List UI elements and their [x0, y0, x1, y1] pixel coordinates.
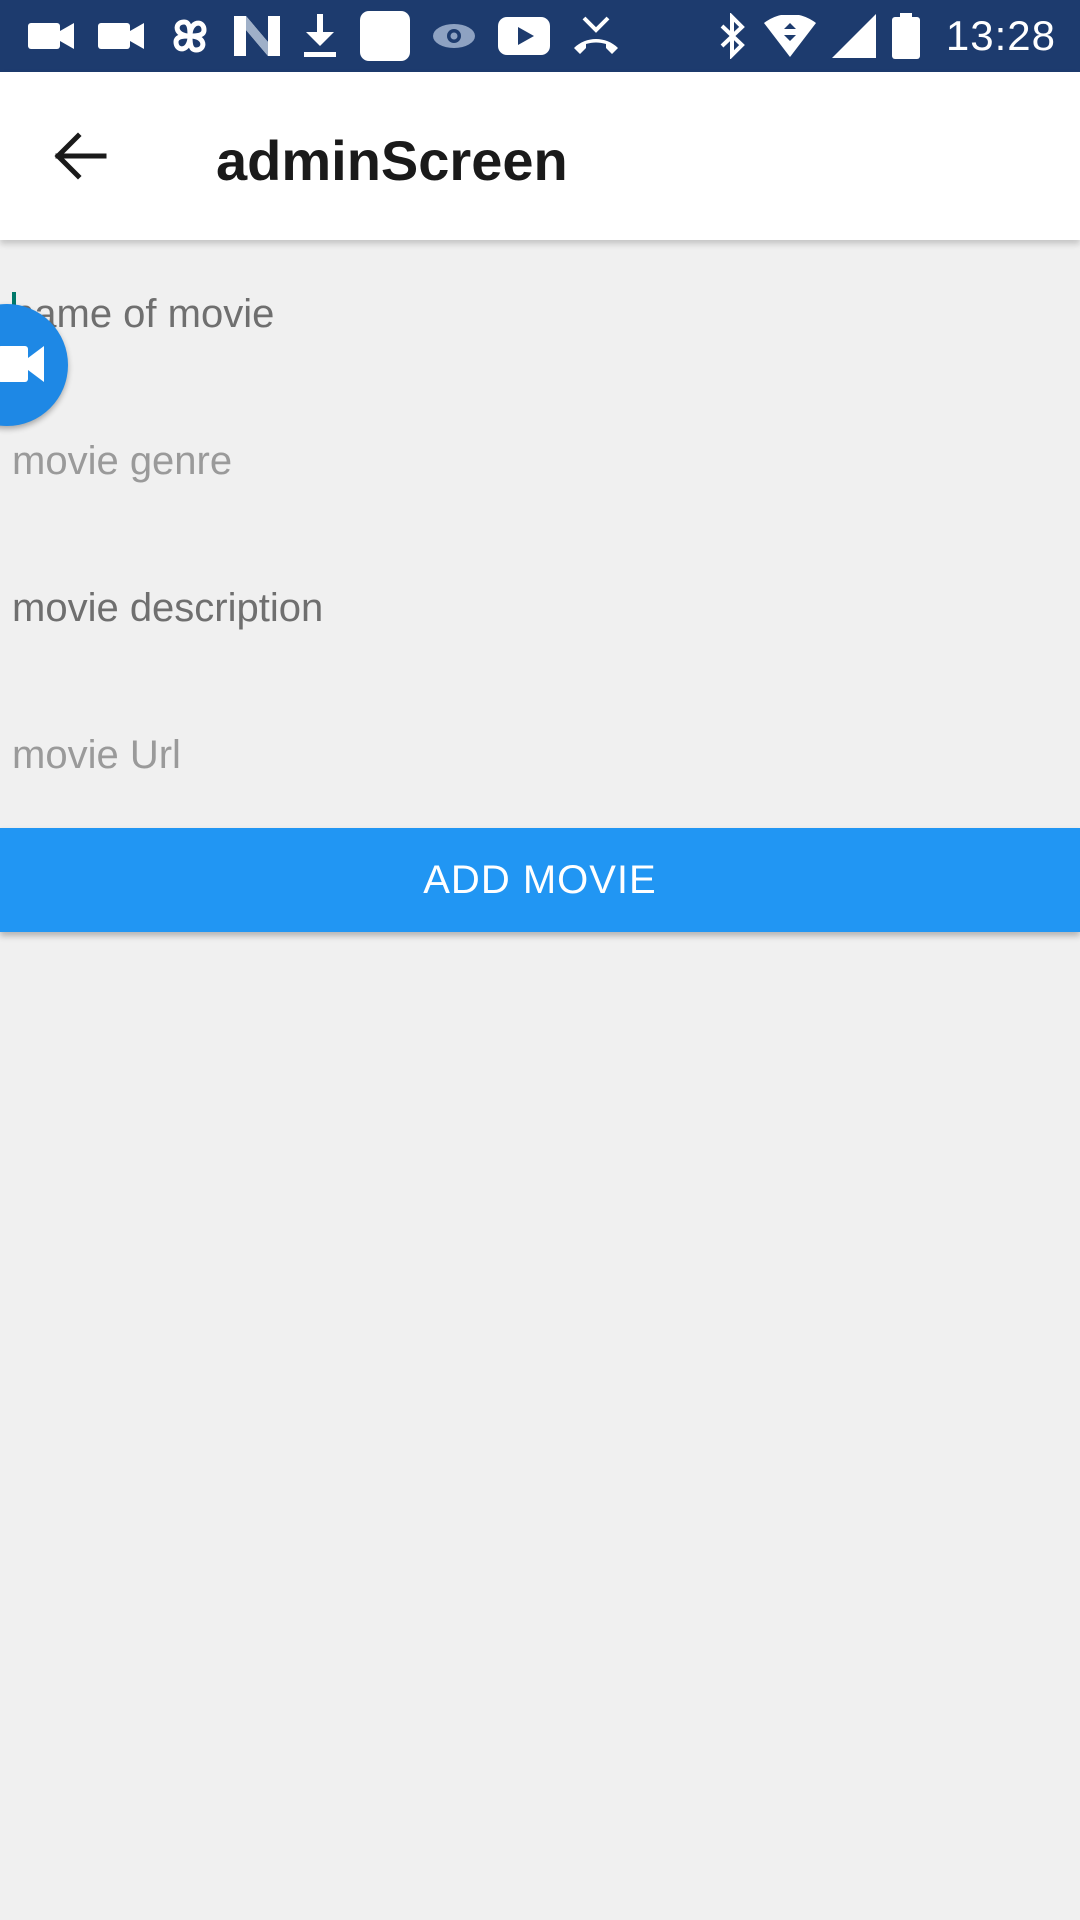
app-bar: adminScreen: [0, 72, 1080, 240]
white-square-icon: [360, 11, 410, 61]
back-button[interactable]: [40, 116, 120, 196]
movie-url-input[interactable]: [0, 705, 1072, 805]
system-icons: 13:28: [718, 0, 1056, 72]
video-camera-icon: [0, 346, 44, 382]
n-logo-icon: [234, 16, 280, 56]
youtube-icon: [498, 17, 550, 55]
bluetooth-icon: [720, 13, 745, 59]
movie-name-field: [0, 264, 1080, 364]
movie-url-field: [0, 705, 1080, 805]
eye-icon: [433, 24, 475, 48]
movie-name-input[interactable]: [0, 264, 1072, 364]
add-movie-button[interactable]: ADD MOVIE: [0, 828, 1080, 932]
movie-genre-input[interactable]: [0, 411, 1072, 511]
notification-icons: [28, 0, 620, 72]
page-title: adminScreen: [216, 129, 568, 192]
cell-signal-icon: [831, 14, 876, 58]
movie-genre-field: [0, 411, 1080, 511]
movie-description-input[interactable]: [0, 558, 1072, 658]
wifi-icon: [763, 15, 816, 57]
arrow-back-icon: [54, 132, 107, 180]
missed-call-icon: [574, 16, 618, 54]
clock: 13:28: [945, 12, 1056, 59]
video-camera-icon: [28, 23, 74, 49]
pinwheel-icon: [173, 19, 207, 53]
battery-icon: [891, 13, 920, 59]
status-bar: 13:28: [0, 0, 1080, 72]
download-icon: [304, 14, 336, 57]
movie-description-field: [0, 558, 1080, 658]
video-camera-icon: [98, 23, 144, 49]
